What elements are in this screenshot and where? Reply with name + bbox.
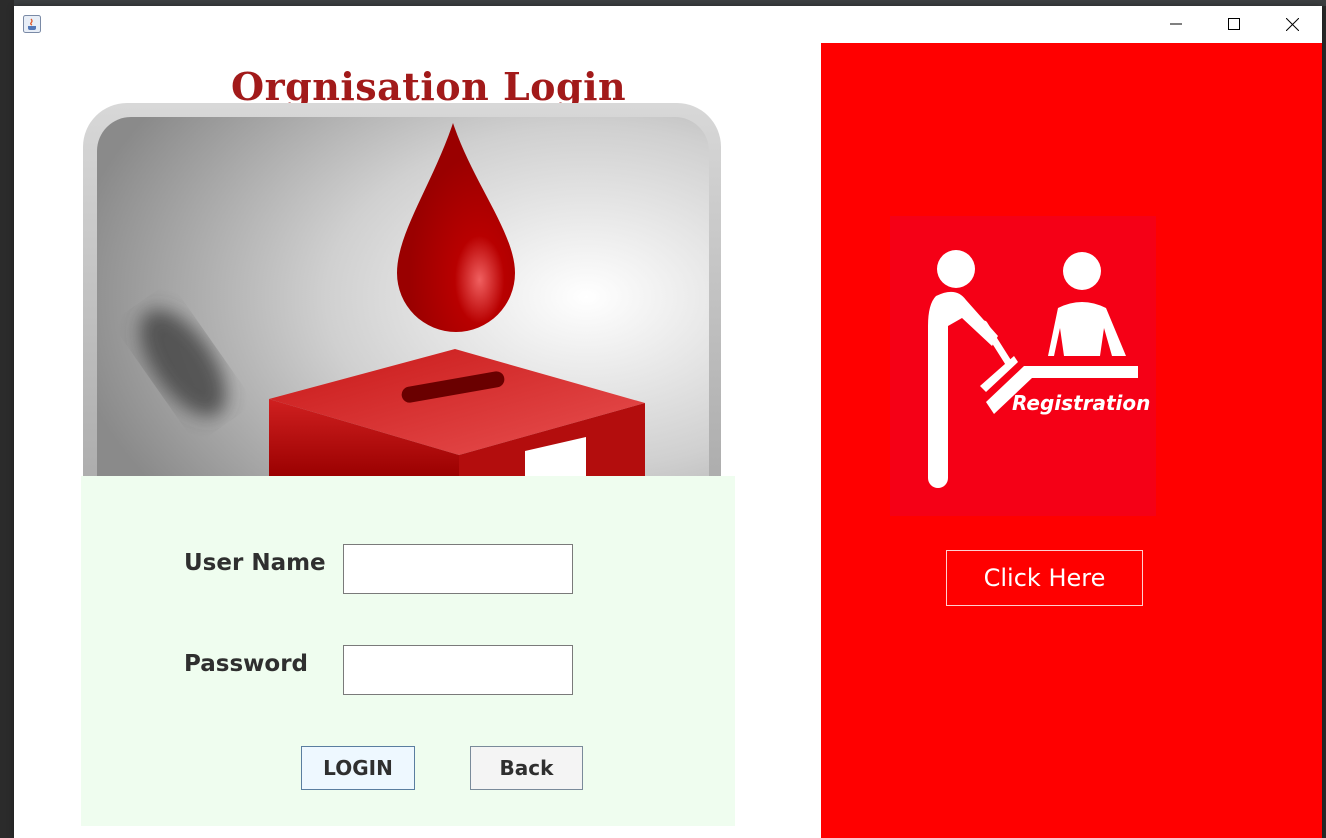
- close-button[interactable]: [1263, 6, 1321, 42]
- click-here-button[interactable]: Click Here: [946, 550, 1143, 606]
- blood-donation-icon: [83, 103, 721, 477]
- minimize-icon: [1170, 23, 1182, 25]
- registration-image-label: Registration: [1012, 391, 1150, 415]
- username-input[interactable]: [343, 544, 573, 594]
- login-form-panel: User Name Password LOGIN Back: [81, 476, 735, 826]
- title-bar[interactable]: [14, 6, 1322, 43]
- registration-panel: Registration Click Here: [821, 43, 1322, 838]
- username-label: User Name: [184, 550, 326, 576]
- password-label: Password: [184, 651, 308, 677]
- background-ide-sidebar: [0, 0, 14, 838]
- back-button[interactable]: Back: [470, 746, 583, 790]
- maximize-icon: [1228, 18, 1240, 30]
- java-app-icon: [23, 15, 41, 33]
- content-pane: Orgnisation Login User Name Password LOG…: [14, 43, 1322, 838]
- login-window: Orgnisation Login User Name Password LOG…: [14, 6, 1322, 838]
- registration-icon: Registration: [890, 216, 1156, 516]
- login-button[interactable]: LOGIN: [301, 746, 415, 790]
- minimize-button[interactable]: [1147, 6, 1205, 42]
- close-icon: [1285, 17, 1299, 31]
- maximize-button[interactable]: [1205, 6, 1263, 42]
- password-input[interactable]: [343, 645, 573, 695]
